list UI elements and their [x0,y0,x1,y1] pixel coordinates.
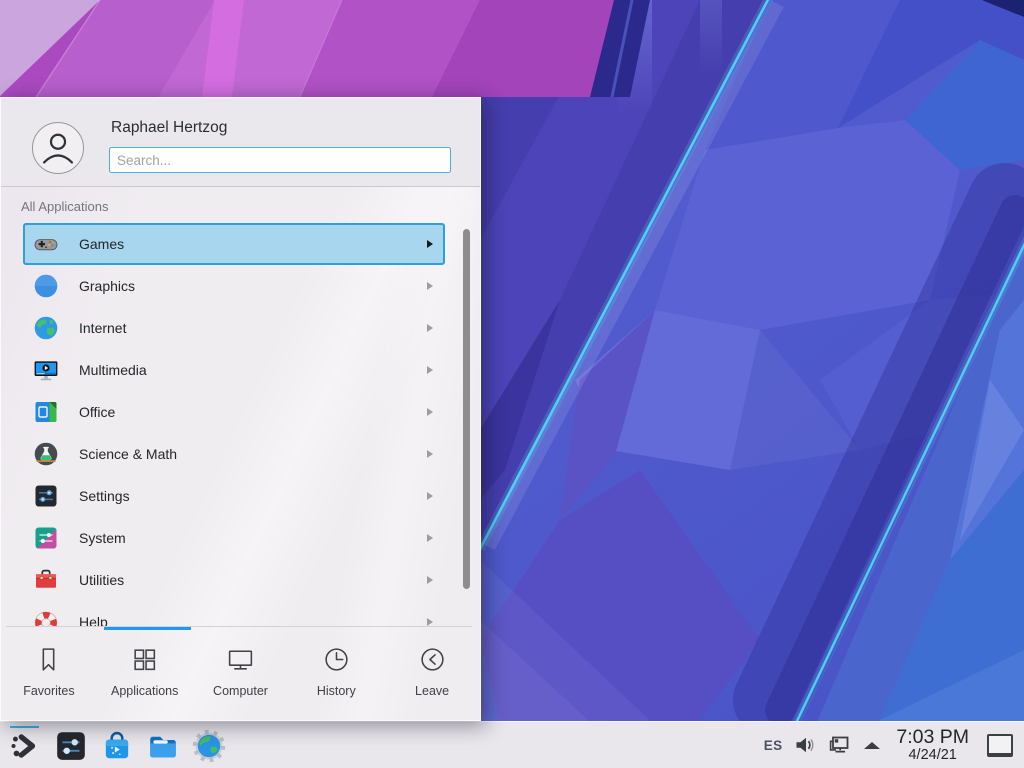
volume-icon[interactable] [792,733,816,757]
user-avatar-icon[interactable] [32,122,84,174]
submenu-arrow-icon [427,450,433,458]
clock-date: 4/24/21 [896,748,969,763]
category-system[interactable]: System [23,517,445,559]
system-tray: ES 7:03 PM 4/24/21 [764,727,1024,763]
submenu-arrow-icon [427,534,433,542]
user-name: Raphael Hertzog [111,119,227,137]
category-internet[interactable]: Internet [23,307,445,349]
gamepad-icon [33,231,59,257]
shopping-bag-icon [100,729,134,763]
application-launcher-menu: Raphael Hertzog All Applications Games [0,97,481,721]
file-manager-button[interactable] [146,729,180,763]
search-input[interactable] [109,147,451,173]
menu-header: Raphael Hertzog [1,98,480,187]
category-settings[interactable]: Settings [23,475,445,517]
digital-clock[interactable]: 7:03 PM 4/24/21 [896,727,969,763]
clock-time: 7:03 PM [896,727,969,747]
tab-label: Computer [213,684,268,698]
kickoff-icon [8,729,42,763]
tab-favorites[interactable]: Favorites [1,630,97,722]
tab-computer[interactable]: Computer [193,630,289,722]
toolbox-icon [33,567,59,593]
category-graphics[interactable]: Graphics [23,265,445,307]
system-settings-button[interactable] [54,729,88,763]
category-label: Settings [79,488,427,504]
tab-label: Favorites [23,684,74,698]
footer-divider [6,626,472,627]
category-label: System [79,530,427,546]
scrollbar-thumb[interactable] [463,229,470,589]
lifebuoy-icon [33,609,59,626]
bookmark-icon [34,645,63,677]
sliders-icon [33,483,59,509]
globe-icon [33,315,59,341]
category-games[interactable]: Games [23,223,445,265]
keyboard-layout-indicator[interactable]: ES [764,738,783,753]
submenu-arrow-icon [427,408,433,416]
system-sliders-icon [33,525,59,551]
submenu-arrow-icon [427,282,433,290]
category-label: Multimedia [79,362,427,378]
menu-tab-bar: Favorites Applications Computer [1,630,480,722]
settings-sliders-icon [54,729,88,763]
tab-history[interactable]: History [288,630,384,722]
section-label: All Applications [21,199,108,214]
globe-gear-icon [192,729,226,763]
application-launcher-button[interactable] [8,729,42,763]
expand-tray-caret-icon[interactable] [864,742,880,749]
tab-leave[interactable]: Leave [384,630,480,722]
category-science-math[interactable]: Science & Math [23,433,445,475]
tab-label: History [317,684,356,698]
category-label: Utilities [79,572,427,588]
desktop: Raphael Hertzog All Applications Games [0,0,1024,768]
category-multimedia[interactable]: Multimedia [23,349,445,391]
category-utilities[interactable]: Utilities [23,559,445,601]
category-label: Games [79,236,427,252]
tab-applications[interactable]: Applications [97,630,193,722]
category-label: Help [79,614,427,626]
leave-icon [418,645,447,677]
category-office[interactable]: Office [23,391,445,433]
web-browser-button[interactable] [192,729,226,763]
show-desktop-button[interactable] [987,734,1013,757]
category-help[interactable]: Help [23,601,445,626]
submenu-arrow-icon [427,324,433,332]
category-label: Graphics [79,278,427,294]
history-clock-icon [322,645,351,677]
submenu-arrow-icon [427,492,433,500]
documents-icon [33,399,59,425]
submenu-arrow-icon [427,240,433,248]
category-label: Science & Math [79,446,427,462]
flask-icon [33,441,59,467]
app-grid-icon [130,645,159,677]
taskbar: ES 7:03 PM 4/24/21 [0,721,1024,768]
tab-label: Applications [111,684,178,698]
submenu-arrow-icon [427,618,433,626]
sphere-icon [33,273,59,299]
computer-icon [226,645,255,677]
category-label: Office [79,404,427,420]
submenu-arrow-icon [427,576,433,584]
media-player-icon [33,357,59,383]
submenu-arrow-icon [427,366,433,374]
discover-button[interactable] [100,729,134,763]
wired-network-icon[interactable] [826,733,852,757]
folder-icon [146,729,180,763]
tab-label: Leave [415,684,449,698]
category-label: Internet [79,320,427,336]
category-list: Games Graphics Internet [23,223,445,626]
taskbar-launchers [0,722,226,768]
